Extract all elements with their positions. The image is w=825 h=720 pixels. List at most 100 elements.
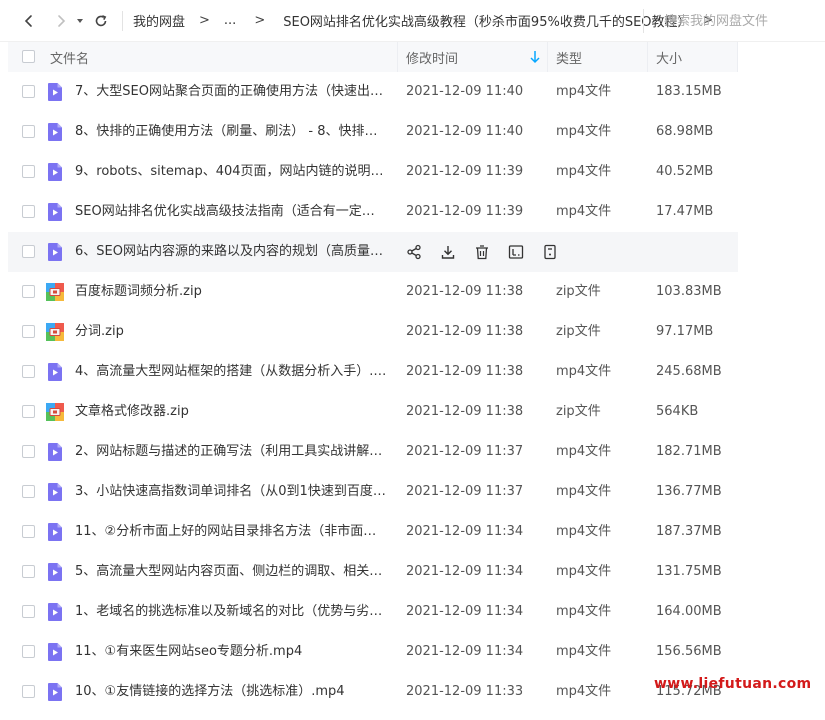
row-checkbox[interactable] [22, 565, 35, 578]
file-name[interactable]: 8、快排的正确使用方法（刷量、刷法） - 8、快排的正确... [75, 112, 387, 152]
row-checkbox[interactable] [22, 605, 35, 618]
row-checkbox[interactable] [22, 365, 35, 378]
file-name[interactable]: 6、SEO网站内容源的来路以及内容的规划（高质量内容... [75, 232, 387, 272]
file-row[interactable]: 7、大型SEO网站聚合页面的正确使用方法（快速出词库... 2021-12-09 … [8, 72, 738, 112]
share-icon[interactable] [404, 242, 424, 262]
file-type: mp4文件 [556, 564, 612, 579]
breadcrumb-ellipsis[interactable]: ... [224, 13, 236, 28]
file-name[interactable]: 分词.zip [75, 312, 387, 352]
file-name[interactable]: 11、②分析市面上好的网站目录排名方法（非市面上垃圾... [75, 512, 387, 552]
row-checkbox[interactable] [22, 125, 35, 138]
row-checkbox[interactable] [22, 325, 35, 338]
file-name[interactable]: 4、高流量大型网站框架的搭建（从数据分析入手）.mp4 [75, 352, 387, 392]
row-checkbox[interactable] [22, 685, 35, 698]
file-row[interactable]: 8、快排的正确使用方法（刷量、刷法） - 8、快排的正确... 2021-12-0… [8, 112, 738, 152]
file-row[interactable]: 10、①友情链接的选择方法（挑选标准）.mp4 2021-12-09 11:33 m… [8, 672, 738, 712]
file-name[interactable]: 5、高流量大型网站内容页面、侧边栏的调取、相关推... [75, 552, 387, 592]
file-modified-time: 2021-12-09 11:40 [406, 124, 524, 139]
file-row[interactable]: 9、robots、sitemap、404页面，网站内链的说明（正... 2021-… [8, 152, 738, 192]
video-file-icon [45, 482, 65, 502]
file-type: mp4文件 [556, 444, 612, 459]
file-size: 131.75MB [656, 564, 722, 579]
row-checkbox[interactable] [22, 645, 35, 658]
file-row[interactable]: 6、SEO网站内容源的来路以及内容的规划（高质量内容... [8, 232, 738, 272]
file-size: 187.37MB [656, 524, 722, 539]
file-row[interactable]: 3、小站快速高指数词单词排名（从0到1快速到百度或任... 2021-12-09 … [8, 472, 738, 512]
file-size: 164.00MB [656, 604, 722, 619]
video-file-icon [45, 202, 65, 222]
file-name[interactable]: 10、①友情链接的选择方法（挑选标准）.mp4 [75, 672, 387, 712]
file-name[interactable]: 9、robots、sitemap、404页面，网站内链的说明（正... [75, 152, 387, 192]
file-row[interactable]: 2、网站标题与描述的正确写法（利用工具实战讲解）.mp4 2021-12-09 1… [8, 432, 738, 472]
forward-button[interactable] [48, 8, 74, 34]
file-row[interactable]: 分词.zip 2021-12-09 11:38 zip文件 97.17MB [8, 312, 738, 352]
file-modified-time: 2021-12-09 11:39 [406, 204, 524, 219]
file-size: 103.83MB [656, 284, 722, 299]
row-checkbox[interactable] [22, 245, 35, 258]
zip-file-icon [45, 402, 65, 422]
video-file-icon [45, 602, 65, 622]
file-row[interactable]: 文章格式修改器.zip 2021-12-09 11:38 zip文件 564KB [8, 392, 738, 432]
video-file-icon [45, 442, 65, 462]
file-name[interactable]: 2、网站标题与描述的正确写法（利用工具实战讲解）.mp4 [75, 432, 387, 472]
row-checkbox[interactable] [22, 85, 35, 98]
file-row[interactable]: 4、高流量大型网站框架的搭建（从数据分析入手）.mp4 2021-12-09 11… [8, 352, 738, 392]
file-row[interactable]: 11、②分析市面上好的网站目录排名方法（非市面上垃圾... 2021-12-09 … [8, 512, 738, 552]
column-header-type[interactable]: 类型 [548, 42, 648, 72]
file-type: mp4文件 [556, 524, 612, 539]
rename-icon[interactable] [506, 242, 526, 262]
sort-descending-icon[interactable] [529, 50, 541, 64]
file-type: zip文件 [556, 404, 601, 419]
download-icon[interactable] [438, 242, 458, 262]
file-modified-time: 2021-12-09 11:33 [406, 684, 524, 699]
row-checkbox[interactable] [22, 485, 35, 498]
video-file-icon [45, 522, 65, 542]
row-checkbox[interactable] [22, 285, 35, 298]
file-type: mp4文件 [556, 164, 612, 179]
column-header-size-label: 大小 [656, 51, 683, 67]
file-row[interactable]: 1、老域名的挑选标准以及新域名的对比（优势与劣势）.... 2021-12-09 … [8, 592, 738, 632]
back-button[interactable] [16, 8, 42, 34]
row-checkbox[interactable] [22, 165, 35, 178]
search-input[interactable] [664, 13, 824, 29]
file-size: 136.77MB [656, 484, 722, 499]
file-name[interactable]: 1、老域名的挑选标准以及新域名的对比（优势与劣势）.... [75, 592, 387, 632]
top-navigation-bar: 我的网盘 > ... > SEO网站排名优化实战高级教程（秒杀市面95%收费几千… [0, 0, 825, 42]
file-name[interactable]: 11、①有来医生网站seo专题分析.mp4 [75, 632, 387, 672]
column-header-name[interactable]: 文件名 [8, 42, 398, 72]
breadcrumb-root[interactable]: 我的网盘 [133, 11, 185, 30]
file-size: 68.98MB [656, 124, 714, 139]
select-all-checkbox[interactable] [22, 50, 35, 63]
file-row[interactable]: 百度标题词频分析.zip 2021-12-09 11:38 zip文件 103.83M… [8, 272, 738, 312]
file-name[interactable]: SEO网站排名优化实战高级技法指南（适合有一定基础的... [75, 192, 387, 232]
column-header-type-label: 类型 [556, 51, 583, 67]
file-size: 40.52MB [656, 164, 714, 179]
file-row[interactable]: 5、高流量大型网站内容页面、侧边栏的调取、相关推... 2021-12-09 11… [8, 552, 738, 592]
file-name[interactable]: 7、大型SEO网站聚合页面的正确使用方法（快速出词库... [75, 72, 387, 112]
file-name[interactable]: 百度标题词频分析.zip [75, 272, 387, 312]
delete-icon[interactable] [472, 242, 492, 262]
row-checkbox[interactable] [22, 525, 35, 538]
file-row[interactable]: SEO网站排名优化实战高级技法指南（适合有一定基础的... 2021-12-09 … [8, 192, 738, 232]
breadcrumb-separator: > [199, 13, 210, 28]
video-file-icon [45, 642, 65, 662]
column-header-size[interactable]: 大小 [648, 42, 738, 72]
file-size: 156.56MB [656, 644, 722, 659]
zip-file-icon [45, 282, 65, 302]
row-checkbox[interactable] [22, 445, 35, 458]
file-type: mp4文件 [556, 124, 612, 139]
file-name[interactable]: 文章格式修改器.zip [75, 392, 387, 432]
file-name[interactable]: 3、小站快速高指数词单词排名（从0到1快速到百度或任... [75, 472, 387, 512]
file-row[interactable]: 11、①有来医生网站seo专题分析.mp4 2021-12-09 11:34 mp4… [8, 632, 738, 672]
file-list-header: 文件名 修改时间 类型 大小 [8, 42, 738, 72]
row-hover-actions [404, 242, 574, 262]
row-checkbox[interactable] [22, 405, 35, 418]
refresh-button[interactable] [88, 8, 114, 34]
file-list: 7、大型SEO网站聚合页面的正确使用方法（快速出词库... 2021-12-09 … [8, 72, 738, 712]
column-header-time[interactable]: 修改时间 [398, 42, 548, 72]
more-icon[interactable] [540, 242, 560, 262]
row-checkbox[interactable] [22, 205, 35, 218]
file-size: 17.47MB [656, 204, 714, 219]
video-file-icon [45, 682, 65, 702]
history-dropdown-button[interactable] [74, 8, 86, 34]
